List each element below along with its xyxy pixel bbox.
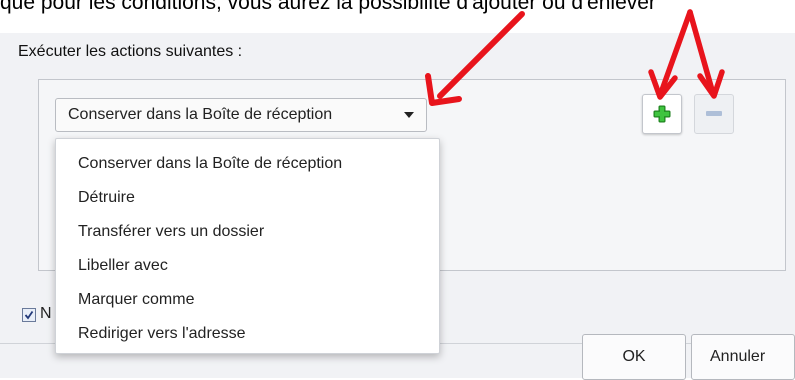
- checkmark-icon: [24, 310, 34, 320]
- add-action-button[interactable]: [642, 94, 682, 134]
- caret-down-icon: [404, 112, 414, 118]
- actions-section-label: Exécuter les actions suivantes :: [18, 43, 243, 60]
- dropdown-option-keep-inbox[interactable]: Conserver dans la Boîte de réception: [56, 147, 439, 181]
- ok-button[interactable]: OK: [582, 334, 686, 380]
- option-checkbox[interactable]: [22, 308, 36, 322]
- dropdown-option-delete[interactable]: Détruire: [56, 181, 439, 215]
- dropdown-option-redirect-to-address[interactable]: Rediriger vers l'adresse: [56, 317, 439, 351]
- checkbox-label: N: [40, 305, 52, 322]
- minus-icon: [706, 111, 722, 116]
- cancel-button[interactable]: Annuler: [691, 334, 795, 380]
- dropdown-option-mark-as[interactable]: Marquer comme: [56, 283, 439, 317]
- dropdown-option-move-to-folder[interactable]: Transférer vers un dossier: [56, 215, 439, 249]
- remove-action-button[interactable]: [694, 94, 734, 134]
- instruction-text: que pour les conditions, vous aurez la p…: [0, 0, 656, 14]
- action-dropdown-menu: Conserver dans la Boîte de réception Dét…: [55, 138, 440, 354]
- action-select-value: Conserver dans la Boîte de réception: [68, 106, 333, 123]
- plus-icon: [653, 105, 671, 123]
- dropdown-option-label-with[interactable]: Libeller avec: [56, 249, 439, 283]
- action-select[interactable]: Conserver dans la Boîte de réception: [55, 98, 427, 132]
